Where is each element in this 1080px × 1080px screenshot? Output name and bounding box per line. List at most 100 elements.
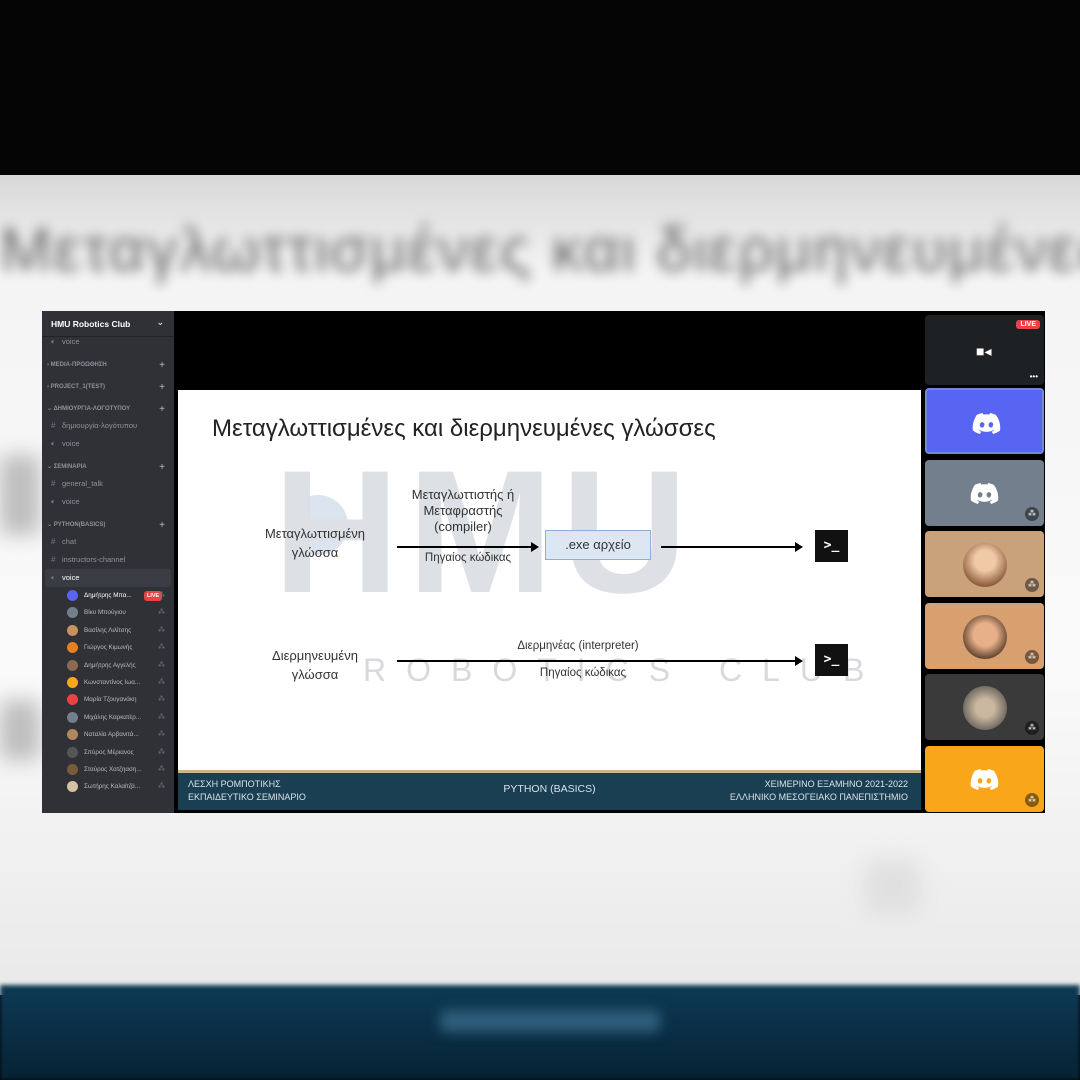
avatar bbox=[67, 590, 78, 601]
voice-user-name: Σωτήρης Καλαϊτζά... bbox=[84, 783, 141, 791]
chevron-down-icon[interactable]: ⌄ bbox=[156, 317, 164, 328]
add-channel-icon[interactable]: + bbox=[159, 518, 165, 533]
avatar bbox=[67, 781, 78, 793]
mic-muted-icon: ⁂ bbox=[1025, 578, 1039, 592]
participant-tile[interactable] bbox=[925, 388, 1044, 454]
discord-logo-icon bbox=[972, 413, 1001, 434]
add-channel-icon[interactable]: + bbox=[159, 402, 165, 417]
live-badge: LIVE bbox=[1016, 320, 1040, 329]
voice-user-name: Δημήτρης Μπα... bbox=[84, 592, 132, 599]
mic-muted-icon: ⁂ bbox=[158, 678, 165, 686]
stream-preview-tile[interactable]: LIVE ■◂ ••• bbox=[925, 315, 1044, 385]
avatar bbox=[67, 642, 78, 654]
slide-footer: ΛΕΣΧΗ ΡΟΜΠΟΤΙΚΗΣ ΕΚΠΑΙΔΕΥΤΙΚΟ ΣΕΜΙΝΑΡΙΟ P… bbox=[178, 770, 921, 810]
category-seminars[interactable]: ⌄ ΣΕΜΙΝΑΡΙΑ + bbox=[42, 460, 174, 475]
voice-user-name: Σπύρος Μέριανος bbox=[84, 748, 134, 756]
channel-python-voice[interactable]: 🔈︎ voice bbox=[45, 569, 171, 587]
more-options-icon[interactable]: ••• bbox=[1030, 372, 1038, 381]
arrow-exe-run bbox=[661, 542, 803, 552]
mic-muted-icon: ⁂ bbox=[158, 713, 165, 721]
mic-muted-icon: ⁂ bbox=[1025, 650, 1039, 664]
category-project[interactable]: › PROJECT_1(TEST) + bbox=[42, 380, 174, 395]
voice-user-name: Ναταλία Αρβανιτά... bbox=[84, 731, 139, 739]
voice-user[interactable]: Ναταλία Αρβανιτά... ⁂ bbox=[42, 726, 174, 743]
avatar bbox=[67, 624, 78, 636]
server-name: HMU Robotics Club bbox=[51, 319, 131, 329]
interpreter-label: Διερμηνέας (interpreter) bbox=[517, 640, 639, 652]
participant-tiles: LIVE ■◂ ••• ⁂ ⁂ ⁂ ⁂ ⁂ bbox=[922, 311, 1045, 813]
discord-screen: HMU Robotics Club ⌄ 🔈︎ voice › MEDIA-ΠΡΟΩ… bbox=[42, 311, 1045, 813]
compiled-language-label: Μεταγλωττισμένη γλώσσα bbox=[264, 526, 366, 560]
voice-user[interactable]: Σωτήρης Καλαϊτζά... ⁂ bbox=[42, 778, 174, 795]
avatar bbox=[67, 746, 78, 758]
channel-logo-text[interactable]: # δημιουργία-λογότυπου bbox=[42, 417, 174, 435]
voice-user-name: Μιχάλης Καρκατέρ... bbox=[84, 713, 142, 721]
add-channel-icon[interactable]: + bbox=[159, 460, 165, 475]
add-channel-icon[interactable]: + bbox=[159, 358, 165, 373]
hash-icon: # bbox=[51, 479, 56, 488]
mic-muted-icon: ⁂ bbox=[1025, 721, 1039, 735]
voice-user[interactable]: Μιχάλης Καρκατέρ... ⁂ bbox=[42, 709, 174, 726]
discord-logo-icon bbox=[970, 483, 999, 504]
server-header[interactable]: HMU Robotics Club ⌄ bbox=[42, 311, 174, 337]
voice-user[interactable]: Βίκυ Μπούγιου ⁂ bbox=[42, 604, 174, 621]
avatar bbox=[963, 543, 1007, 587]
participant-tile[interactable]: ⁂ bbox=[925, 674, 1044, 740]
channel-chat[interactable]: # chat bbox=[42, 533, 174, 551]
voice-user-name: Σταύρος Χατζηαση... bbox=[84, 765, 142, 773]
avatar bbox=[67, 607, 78, 619]
avatar bbox=[67, 659, 78, 671]
channel-logo-voice[interactable]: 🔈︎ voice bbox=[42, 435, 174, 453]
participant-tile[interactable]: ⁂ bbox=[925, 603, 1044, 669]
voice-user[interactable]: Δημήτρης Αγγελής ⁂ bbox=[42, 657, 174, 674]
add-channel-icon[interactable]: + bbox=[159, 380, 165, 395]
voice-user[interactable]: Μαρία Τζουγανάκη ⁂ bbox=[42, 691, 174, 708]
voice-user-name: Μαρία Τζουγανάκη bbox=[84, 696, 137, 704]
channel-instructors[interactable]: # instructors-channel bbox=[42, 551, 174, 569]
avatar bbox=[67, 676, 78, 688]
mic-muted-icon: ⁂ bbox=[158, 731, 165, 739]
channel-voice-top[interactable]: 🔈︎ voice bbox=[42, 337, 174, 351]
hash-icon: # bbox=[51, 421, 56, 430]
channel-seminars-voice[interactable]: 🔈︎ voice bbox=[42, 493, 174, 511]
mic-muted-icon: ⁂ bbox=[158, 661, 165, 669]
avatar bbox=[67, 763, 78, 775]
voice-user[interactable]: Σταύρος Χατζηαση... ⁂ bbox=[42, 761, 174, 778]
voice-user-name: Βίκυ Μπούγιου bbox=[84, 609, 126, 617]
channel-sidebar: HMU Robotics Club ⌄ 🔈︎ voice › MEDIA-ΠΡΟΩ… bbox=[42, 311, 174, 813]
camera-icon[interactable]: ■◂ bbox=[976, 343, 991, 360]
footer-university: ΕΛΛΗΝΙΚΟ ΜΕΣΟΓΕΙΑΚΟ ΠΑΝΕΠΙΣΤΗΜΙΟ bbox=[729, 792, 908, 802]
stream-stage[interactable]: HMU ROBOTICS CLUB Μεταγλωττισμένες και δ… bbox=[174, 311, 922, 813]
slide-title: Μεταγλωττισμένες και διερμηνευμένες γλώσ… bbox=[212, 415, 716, 442]
exe-file-box: .exe αρχείο bbox=[545, 530, 651, 560]
participant-tile[interactable]: ⁂ bbox=[925, 460, 1044, 526]
category-media[interactable]: › MEDIA-ΠΡΟΩΘΗΣΗ + bbox=[42, 358, 174, 373]
voice-user-name: Δημήτρης Αγγελής bbox=[84, 661, 136, 669]
channel-general-talk[interactable]: # general_talk bbox=[42, 475, 174, 493]
arrow-interpret bbox=[397, 656, 803, 666]
category-python[interactable]: ⌄ PYTHON(BASICS) + bbox=[42, 518, 174, 533]
arrow-compile bbox=[397, 542, 539, 552]
mic-muted-icon: ⁂ bbox=[158, 644, 165, 652]
compiler-label: Μεταγλωττιστής ή Μεταφραστής (compiler) bbox=[411, 487, 515, 534]
mic-muted-icon: ⁂ bbox=[158, 609, 165, 617]
voice-user-name: Γιώργος Κιμωνής bbox=[84, 644, 133, 652]
voice-user[interactable]: Γιώργος Κιμωνής ⁂ bbox=[42, 639, 174, 656]
interpreted-language-label: Διερμηνευμένη γλώσσα bbox=[272, 648, 358, 682]
participant-tile[interactable]: ⁂ bbox=[925, 746, 1044, 812]
speaker-icon: 🔈︎ bbox=[51, 337, 56, 346]
category-logo[interactable]: ⌄ ΔΗΜΙΟΥΡΓΙΑ-ΛΟΓΟΤΥΠΟΥ + bbox=[42, 402, 174, 417]
hash-icon: # bbox=[51, 537, 56, 546]
participant-tile[interactable]: ⁂ bbox=[925, 531, 1044, 597]
mic-muted-icon: ⁂ bbox=[1025, 793, 1039, 807]
voice-user[interactable]: Βασίλης Λιλίτσης ⁂ bbox=[42, 622, 174, 639]
mic-muted-icon: ⁂ bbox=[158, 626, 165, 634]
voice-user[interactable]: Κωνσταντίνος Ιωα... ⁂ bbox=[42, 674, 174, 691]
footer-semester: ΧΕΙΜΕΡΙΝΟ ΕΞΑΜΗΝΟ 2021-2022 bbox=[764, 779, 908, 789]
voice-user[interactable]: Σπύρος Μέριανος ⁂ bbox=[42, 744, 174, 761]
terminal-icon: >_ bbox=[815, 530, 848, 562]
avatar bbox=[67, 711, 78, 723]
voice-user[interactable]: Δημήτρης Μπα... LIVE ⁂ bbox=[42, 587, 174, 604]
speaker-icon: 🔈︎ bbox=[51, 573, 56, 582]
presentation-slide: HMU ROBOTICS CLUB Μεταγλωττισμένες και δ… bbox=[178, 390, 921, 810]
